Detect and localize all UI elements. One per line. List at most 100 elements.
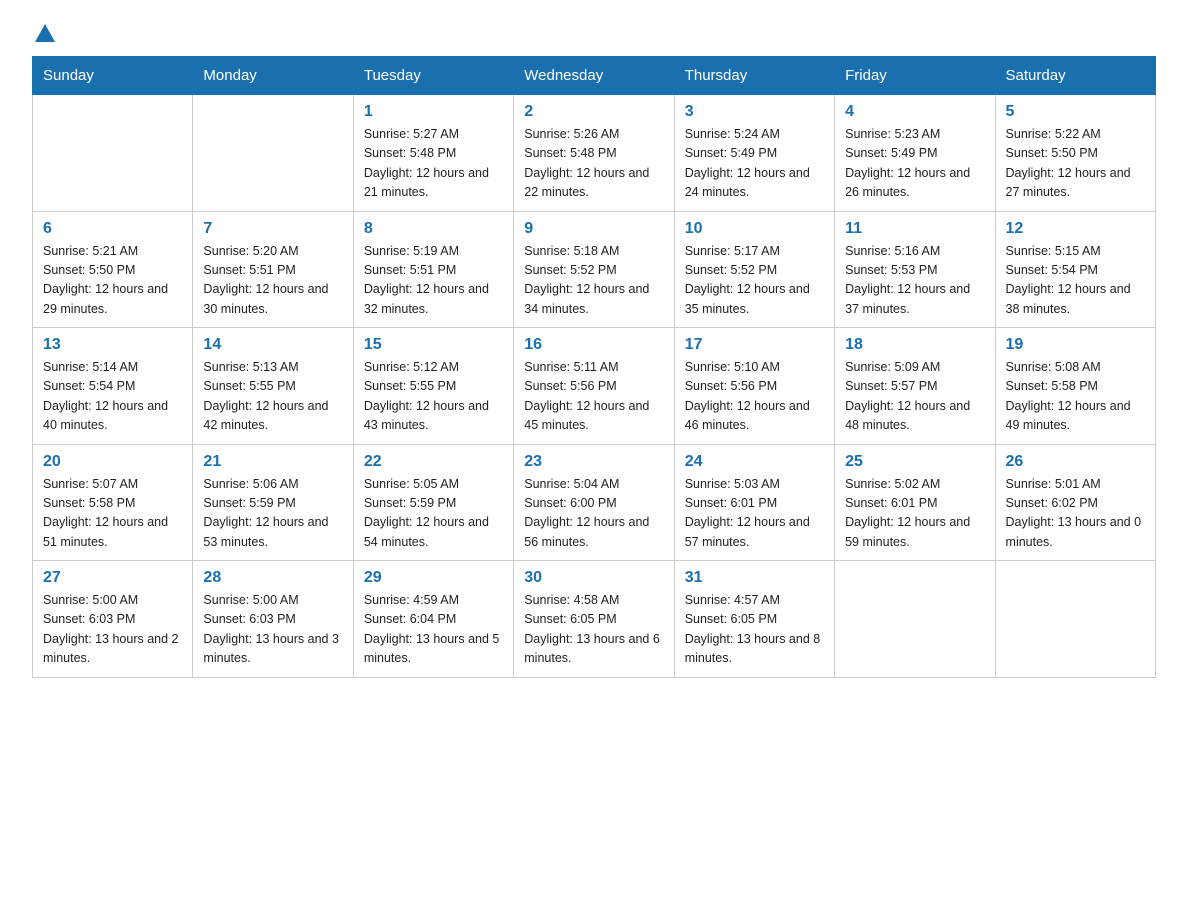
day-number: 15 <box>364 336 503 354</box>
day-number: 19 <box>1006 336 1145 354</box>
day-info: Sunrise: 5:13 AM Sunset: 5:55 PM Dayligh… <box>203 358 342 436</box>
calendar-cell: 2 Sunrise: 5:26 AM Sunset: 5:48 PM Daylig… <box>514 95 674 212</box>
week-row-5: 27 Sunrise: 5:00 AM Sunset: 6:03 PM Dayli… <box>33 561 1156 678</box>
calendar-table: SundayMondayTuesdayWednesdayThursdayFrid… <box>32 56 1156 678</box>
calendar-cell: 5Sunrise: 5:22 AM Sunset: 5:50 PM Daylig… <box>995 95 1155 212</box>
header-monday: Monday <box>193 57 353 95</box>
calendar-cell: 22 Sunrise: 5:05 AM Sunset: 5:59 PM Dayli… <box>353 444 513 561</box>
day-info: Sunrise: 5:21 AM Sunset: 5:50 PM Dayligh… <box>43 242 182 320</box>
day-info: Sunrise: 5:10 AM Sunset: 5:56 PM Dayligh… <box>685 358 824 436</box>
day-number: 10 <box>685 220 824 238</box>
week-row-3: 13 Sunrise: 5:14 AM Sunset: 5:54 PM Dayli… <box>33 328 1156 445</box>
day-info: Sunrise: 5:23 AM Sunset: 5:49 PM Dayligh… <box>845 125 984 203</box>
logo-triangle-icon <box>35 24 55 42</box>
day-info: Sunrise: 5:18 AM Sunset: 5:52 PM Dayligh… <box>524 242 663 320</box>
day-info: Sunrise: 5:01 AM Sunset: 6:02 PM Dayligh… <box>1006 475 1145 553</box>
day-number: 2 <box>524 103 663 121</box>
day-info: Sunrise: 4:57 AM Sunset: 6:05 PM Dayligh… <box>685 591 824 669</box>
day-number: 12 <box>1006 220 1145 238</box>
day-number: 24 <box>685 453 824 471</box>
day-info: Sunrise: 5:24 AM Sunset: 5:49 PM Dayligh… <box>685 125 824 203</box>
calendar-cell: 26 Sunrise: 5:01 AM Sunset: 6:02 PM Dayli… <box>995 444 1155 561</box>
calendar-cell <box>995 561 1155 678</box>
day-number: 22 <box>364 453 503 471</box>
calendar-cell: 31 Sunrise: 4:57 AM Sunset: 6:05 PM Dayli… <box>674 561 834 678</box>
calendar-cell: 8Sunrise: 5:19 AM Sunset: 5:51 PM Daylig… <box>353 211 513 328</box>
day-number: 16 <box>524 336 663 354</box>
day-info: Sunrise: 5:11 AM Sunset: 5:56 PM Dayligh… <box>524 358 663 436</box>
page-header <box>32 24 1156 44</box>
header-friday: Friday <box>835 57 995 95</box>
logo <box>32 24 55 44</box>
day-info: Sunrise: 5:00 AM Sunset: 6:03 PM Dayligh… <box>203 591 342 669</box>
day-info: Sunrise: 5:07 AM Sunset: 5:58 PM Dayligh… <box>43 475 182 553</box>
calendar-cell: 24 Sunrise: 5:03 AM Sunset: 6:01 PM Dayli… <box>674 444 834 561</box>
day-number: 30 <box>524 569 663 587</box>
header-sunday: Sunday <box>33 57 193 95</box>
day-number: 17 <box>685 336 824 354</box>
day-number: 14 <box>203 336 342 354</box>
calendar-header-row: SundayMondayTuesdayWednesdayThursdayFrid… <box>33 57 1156 95</box>
day-number: 20 <box>43 453 182 471</box>
calendar-cell: 25 Sunrise: 5:02 AM Sunset: 6:01 PM Dayli… <box>835 444 995 561</box>
header-thursday: Thursday <box>674 57 834 95</box>
calendar-cell: 11Sunrise: 5:16 AM Sunset: 5:53 PM Dayli… <box>835 211 995 328</box>
day-info: Sunrise: 5:15 AM Sunset: 5:54 PM Dayligh… <box>1006 242 1145 320</box>
day-number: 18 <box>845 336 984 354</box>
calendar-cell: 6 Sunrise: 5:21 AM Sunset: 5:50 PM Daylig… <box>33 211 193 328</box>
day-number: 8 <box>364 220 503 238</box>
day-number: 29 <box>364 569 503 587</box>
day-info: Sunrise: 5:20 AM Sunset: 5:51 PM Dayligh… <box>203 242 342 320</box>
day-number: 27 <box>43 569 182 587</box>
day-info: Sunrise: 5:03 AM Sunset: 6:01 PM Dayligh… <box>685 475 824 553</box>
calendar-cell: 18 Sunrise: 5:09 AM Sunset: 5:57 PM Dayli… <box>835 328 995 445</box>
day-info: Sunrise: 5:27 AM Sunset: 5:48 PM Dayligh… <box>364 125 503 203</box>
day-number: 5 <box>1006 103 1145 121</box>
calendar-cell: 29 Sunrise: 4:59 AM Sunset: 6:04 PM Dayli… <box>353 561 513 678</box>
day-number: 9 <box>524 220 663 238</box>
calendar-cell: 3 Sunrise: 5:24 AM Sunset: 5:49 PM Daylig… <box>674 95 834 212</box>
day-number: 1 <box>364 103 503 121</box>
day-number: 3 <box>685 103 824 121</box>
day-number: 7 <box>203 220 342 238</box>
header-tuesday: Tuesday <box>353 57 513 95</box>
calendar-cell: 20 Sunrise: 5:07 AM Sunset: 5:58 PM Dayli… <box>33 444 193 561</box>
day-number: 23 <box>524 453 663 471</box>
day-number: 21 <box>203 453 342 471</box>
day-number: 6 <box>43 220 182 238</box>
calendar-cell: 7 Sunrise: 5:20 AM Sunset: 5:51 PM Daylig… <box>193 211 353 328</box>
day-info: Sunrise: 5:16 AM Sunset: 5:53 PM Dayligh… <box>845 242 984 320</box>
day-info: Sunrise: 5:02 AM Sunset: 6:01 PM Dayligh… <box>845 475 984 553</box>
header-wednesday: Wednesday <box>514 57 674 95</box>
day-number: 28 <box>203 569 342 587</box>
day-info: Sunrise: 5:26 AM Sunset: 5:48 PM Dayligh… <box>524 125 663 203</box>
day-number: 13 <box>43 336 182 354</box>
calendar-cell: 1 Sunrise: 5:27 AM Sunset: 5:48 PM Daylig… <box>353 95 513 212</box>
calendar-cell: 23 Sunrise: 5:04 AM Sunset: 6:00 PM Dayli… <box>514 444 674 561</box>
day-number: 25 <box>845 453 984 471</box>
calendar-cell: 15Sunrise: 5:12 AM Sunset: 5:55 PM Dayli… <box>353 328 513 445</box>
calendar-cell: 16 Sunrise: 5:11 AM Sunset: 5:56 PM Dayli… <box>514 328 674 445</box>
calendar-cell: 30Sunrise: 4:58 AM Sunset: 6:05 PM Dayli… <box>514 561 674 678</box>
calendar-cell: 17 Sunrise: 5:10 AM Sunset: 5:56 PM Dayli… <box>674 328 834 445</box>
calendar-cell <box>193 95 353 212</box>
day-info: Sunrise: 4:59 AM Sunset: 6:04 PM Dayligh… <box>364 591 503 669</box>
day-info: Sunrise: 5:14 AM Sunset: 5:54 PM Dayligh… <box>43 358 182 436</box>
calendar-cell: 4 Sunrise: 5:23 AM Sunset: 5:49 PM Daylig… <box>835 95 995 212</box>
calendar-cell: 13 Sunrise: 5:14 AM Sunset: 5:54 PM Dayli… <box>33 328 193 445</box>
header-saturday: Saturday <box>995 57 1155 95</box>
day-number: 4 <box>845 103 984 121</box>
day-number: 26 <box>1006 453 1145 471</box>
calendar-cell <box>33 95 193 212</box>
week-row-4: 20 Sunrise: 5:07 AM Sunset: 5:58 PM Dayli… <box>33 444 1156 561</box>
day-info: Sunrise: 5:04 AM Sunset: 6:00 PM Dayligh… <box>524 475 663 553</box>
day-info: Sunrise: 5:00 AM Sunset: 6:03 PM Dayligh… <box>43 591 182 669</box>
day-info: Sunrise: 5:17 AM Sunset: 5:52 PM Dayligh… <box>685 242 824 320</box>
calendar-cell: 21 Sunrise: 5:06 AM Sunset: 5:59 PM Dayli… <box>193 444 353 561</box>
day-info: Sunrise: 5:05 AM Sunset: 5:59 PM Dayligh… <box>364 475 503 553</box>
calendar-cell: 28 Sunrise: 5:00 AM Sunset: 6:03 PM Dayli… <box>193 561 353 678</box>
day-info: Sunrise: 5:06 AM Sunset: 5:59 PM Dayligh… <box>203 475 342 553</box>
day-info: Sunrise: 5:09 AM Sunset: 5:57 PM Dayligh… <box>845 358 984 436</box>
day-number: 31 <box>685 569 824 587</box>
week-row-2: 6 Sunrise: 5:21 AM Sunset: 5:50 PM Daylig… <box>33 211 1156 328</box>
